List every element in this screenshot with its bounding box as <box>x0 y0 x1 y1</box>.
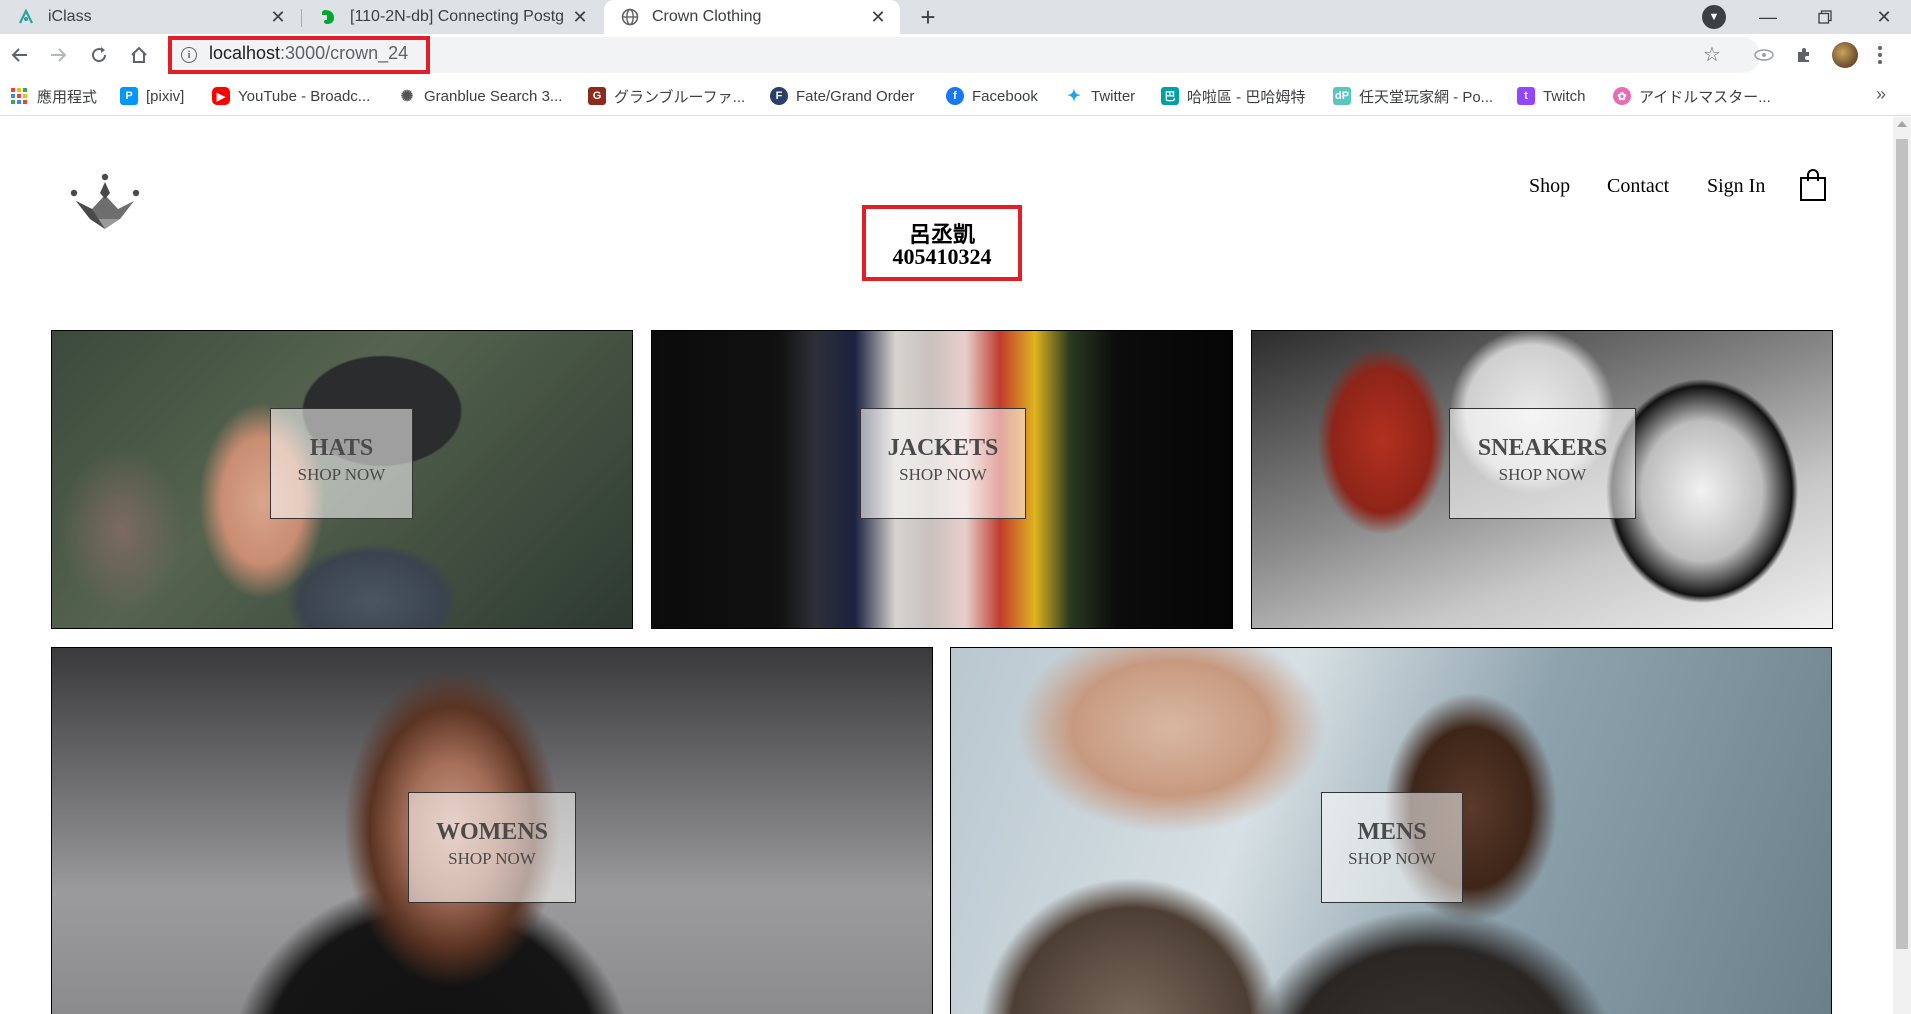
shop-now-overlay[interactable]: WOMENS SHOP NOW <box>408 792 576 903</box>
nav-shop-link[interactable]: Shop <box>1529 175 1570 198</box>
apps-icon <box>11 88 27 104</box>
more-menu-icon[interactable] <box>1874 42 1886 68</box>
profile-avatar[interactable] <box>1832 42 1858 68</box>
student-info-box: 呂丞凱 405410324 <box>862 205 1022 281</box>
page-scrollbar[interactable] <box>1893 117 1911 1014</box>
back-icon[interactable] <box>5 40 35 70</box>
url-highlight-box <box>168 36 430 74</box>
new-tab-icon[interactable]: + <box>914 0 942 34</box>
category-card-hats[interactable]: HATS SHOP NOW <box>51 330 633 629</box>
bookmarks-bar: 應用程式 P [pixiv] ▶ YouTube - Broadc... ✺ G… <box>0 76 1911 116</box>
evernote-icon <box>318 7 338 27</box>
minimize-icon[interactable]: — <box>1744 0 1792 34</box>
bookmark-label: [pixiv] <box>146 87 185 105</box>
crown-logo-icon[interactable] <box>70 173 140 229</box>
tab-iclass[interactable]: iClass ✕ <box>0 0 300 34</box>
category-card-womens[interactable]: WOMENS SHOP NOW <box>51 647 933 1014</box>
bookmark-label: Granblue Search 3... <box>424 87 563 105</box>
bookmark-label: Twitch <box>1543 87 1586 105</box>
home-icon[interactable] <box>124 40 154 70</box>
bookmark-twitter[interactable]: ✦ Twitter <box>1065 85 1135 107</box>
facebook-icon: f <box>946 87 964 105</box>
bookmark-label: YouTube - Broadc... <box>238 87 371 105</box>
shop-now-overlay[interactable]: SNEAKERS SHOP NOW <box>1449 408 1636 519</box>
extensions-puzzle-icon[interactable] <box>1791 42 1817 68</box>
category-card-sneakers[interactable]: SNEAKERS SHOP NOW <box>1251 330 1833 629</box>
reload-icon[interactable] <box>84 40 114 70</box>
tab-title: [110-2N-db] Connecting Postg <box>350 8 565 25</box>
forward-icon[interactable] <box>43 40 73 70</box>
scroll-up-arrow-icon[interactable] <box>1897 121 1907 127</box>
bookmark-nintendo[interactable]: dP 任天堂玩家網 - Po... <box>1333 85 1493 107</box>
category-subtitle: SHOP NOW <box>1498 465 1587 484</box>
twitch-icon: t <box>1517 87 1535 105</box>
bookmark-apps[interactable]: 應用程式 <box>11 85 97 107</box>
bookmark-idolmaster[interactable]: ✿ アイドルマスター... <box>1613 85 1771 107</box>
bookmark-label: 應用程式 <box>37 88 98 106</box>
shop-now-overlay[interactable]: HATS SHOP NOW <box>270 408 413 519</box>
bookmark-label: 哈啦區 - 巴哈姆特 <box>1187 88 1306 106</box>
tab-strip: iClass ✕ [110-2N-db] Connecting Postg ✕ … <box>0 0 1911 34</box>
category-title: JACKETS <box>887 435 999 461</box>
tab-title: iClass <box>48 8 92 25</box>
bookmark-label: Facebook <box>972 87 1038 105</box>
bookmark-youtube[interactable]: ▶ YouTube - Broadc... <box>212 85 370 107</box>
youtube-icon: ▶ <box>212 87 230 105</box>
twitter-icon: ✦ <box>1067 88 1081 105</box>
fgo-icon: F <box>770 87 788 105</box>
bookmark-star-icon[interactable]: ☆ <box>1703 42 1721 67</box>
globe-icon <box>620 7 640 27</box>
nav-sign-in-link[interactable]: Sign In <box>1707 175 1765 198</box>
tab-evernote[interactable]: [110-2N-db] Connecting Postg ✕ <box>302 0 602 34</box>
idolmaster-icon: ✿ <box>1613 87 1631 105</box>
category-title: WOMENS <box>435 819 548 845</box>
bookmark-granblue-search[interactable]: ✺ Granblue Search 3... <box>398 85 563 107</box>
category-title: SNEAKERS <box>1477 435 1608 461</box>
category-subtitle: SHOP NOW <box>448 849 536 868</box>
bookmarks-overflow-icon[interactable]: » <box>1876 84 1886 105</box>
iclass-icon <box>16 7 36 27</box>
category-card-mens[interactable]: MENS SHOP NOW <box>950 647 1832 1014</box>
bookmark-label: グランブルーファ... <box>614 88 746 106</box>
pixiv-icon: P <box>120 87 138 105</box>
bookmark-label: アイドルマスター... <box>1639 88 1771 106</box>
shopping-bag-icon[interactable] <box>1798 169 1828 201</box>
category-card-jackets[interactable]: JACKETS SHOP NOW <box>651 330 1233 629</box>
granblue-icon: ✺ <box>400 88 414 105</box>
close-icon[interactable]: ✕ <box>568 5 592 29</box>
tab-crown-clothing[interactable]: Crown Clothing ✕ <box>604 0 900 34</box>
bookmark-label: Fate/Grand Order <box>796 87 915 105</box>
browser-window: iClass ✕ [110-2N-db] Connecting Postg ✕ … <box>0 0 1911 1014</box>
bookmark-label: Twitter <box>1091 87 1136 105</box>
shop-now-overlay[interactable]: MENS SHOP NOW <box>1321 792 1463 903</box>
student-id: 405410324 <box>892 244 992 269</box>
close-icon[interactable]: ✕ <box>266 5 290 29</box>
bahamut-icon: 巴 <box>1161 87 1179 105</box>
bookmark-pixiv[interactable]: P [pixiv] <box>120 85 184 107</box>
bookmark-bahamut[interactable]: 巴 哈啦區 - 巴哈姆特 <box>1161 85 1305 107</box>
scroll-thumb[interactable] <box>1896 139 1908 949</box>
gbf-icon: G <box>588 87 606 105</box>
restore-icon[interactable] <box>1801 0 1849 34</box>
bookmark-granblue-fantasy[interactable]: G グランブルーファ... <box>588 85 745 107</box>
category-title: MENS <box>1357 819 1427 845</box>
page-content: Shop Contact Sign In 呂丞凱 405410324 HATS … <box>0 117 1893 1014</box>
category-subtitle: SHOP NOW <box>1348 849 1436 868</box>
extension-eye-icon[interactable] <box>1751 42 1777 68</box>
bookmark-facebook[interactable]: f Facebook <box>946 85 1038 107</box>
category-title: HATS <box>309 435 374 461</box>
bookmark-label: 任天堂玩家網 - Po... <box>1359 88 1494 106</box>
category-subtitle: SHOP NOW <box>899 465 987 484</box>
bookmark-twitch[interactable]: t Twitch <box>1517 85 1586 107</box>
nav-contact-link[interactable]: Contact <box>1607 175 1669 198</box>
close-icon[interactable]: ✕ <box>866 5 890 29</box>
category-subtitle: SHOP NOW <box>297 465 386 484</box>
shop-now-overlay[interactable]: JACKETS SHOP NOW <box>860 408 1026 519</box>
tab-title: Crown Clothing <box>652 8 762 25</box>
close-window-icon[interactable]: ✕ <box>1860 0 1908 34</box>
tab-search-icon[interactable]: ▼ <box>1702 5 1726 29</box>
nintendo-icon: dP <box>1333 87 1351 105</box>
bookmark-fgo[interactable]: F Fate/Grand Order <box>770 85 914 107</box>
